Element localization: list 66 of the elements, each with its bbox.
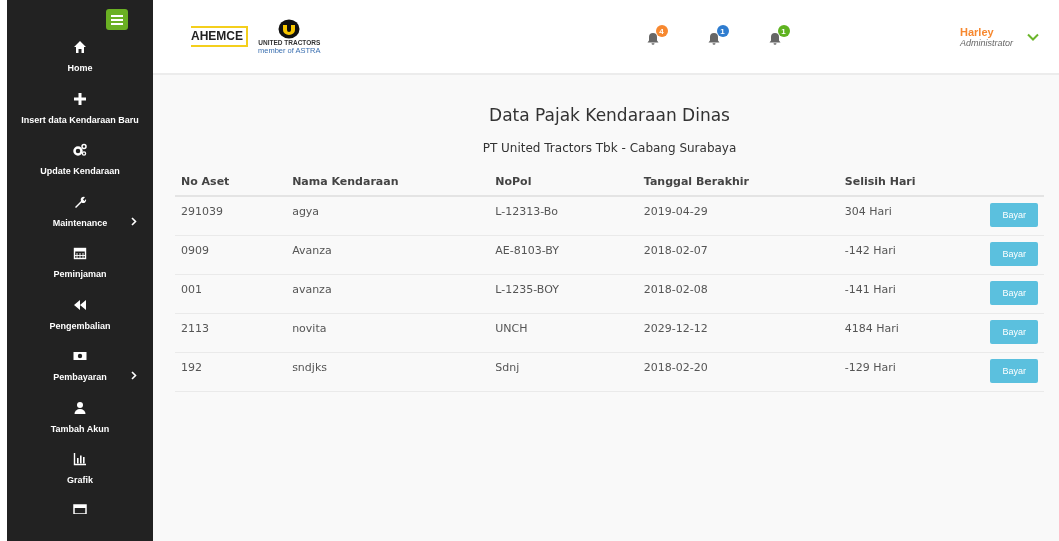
table-cell: novita — [292, 321, 327, 335]
table-cell: Avanza — [292, 243, 332, 257]
bell-icon — [646, 32, 659, 45]
notification-badge: 1 — [716, 25, 729, 37]
table-cell: 2029-12-12 — [643, 321, 708, 335]
column-header: Selisih Hari — [844, 175, 916, 188]
calendar-icon — [73, 246, 87, 260]
sidebar-item[interactable]: Maintenance — [52, 217, 108, 228]
table-cell: Sdnj — [495, 360, 520, 374]
rewind-icon — [73, 297, 87, 312]
table-cell: 2019-04-29 — [643, 205, 708, 218]
window-icon — [73, 503, 87, 514]
table-cell: 192 — [181, 360, 202, 374]
sidebar-item[interactable]: Peminjaman — [53, 269, 107, 279]
chevron-right-icon — [131, 371, 137, 380]
table-cell: -141 Hari — [844, 282, 896, 296]
page-title: Data Pajak Kendaraan Dinas — [489, 105, 730, 125]
gears-icon — [73, 143, 87, 157]
chevron-down-icon — [1027, 32, 1039, 41]
user-icon — [73, 400, 87, 415]
table-cell: 304 Hari — [844, 205, 892, 218]
wrench-icon — [73, 194, 87, 209]
emblem-icon — [278, 18, 301, 39]
table-cell: 001 — [181, 282, 202, 296]
table-cell: UNCH — [495, 321, 528, 335]
table-cell: L-1235-BOY — [495, 282, 559, 296]
sidebar-item[interactable]: Tambah Akun — [50, 423, 110, 434]
sidebar-item[interactable]: Home — [67, 63, 93, 73]
bell-icon — [707, 32, 720, 45]
table-cell: -129 Hari — [844, 360, 896, 374]
sidebar-item[interactable]: Update Kendaraan — [40, 166, 120, 176]
table-cell: 2018-02-07 — [643, 243, 708, 257]
notification-badge: 4 — [655, 25, 668, 37]
table-cell: -142 Hari — [844, 243, 896, 257]
column-header: Tanggal Berakhir — [643, 175, 749, 188]
table-cell: 2018-02-20 — [643, 360, 708, 374]
sidebar-item[interactable]: Pengembalian — [49, 320, 111, 331]
table-cell: sndjks — [292, 360, 327, 374]
ahemce-logo: AHEMCE — [191, 26, 248, 47]
table-cell: agya — [292, 205, 320, 218]
bell-icon — [768, 32, 781, 45]
table-cell: 2018-02-08 — [643, 282, 708, 296]
table-cell: 291039 — [181, 205, 223, 218]
column-header: No Aset — [181, 175, 230, 188]
sidebar-item[interactable]: Insert data Kendaraan Baru — [21, 114, 139, 125]
chevron-right-icon — [131, 216, 137, 226]
table-cell: 2113 — [181, 321, 209, 335]
menu-button[interactable] — [106, 9, 128, 30]
column-header: Nama Kendaraan — [292, 175, 399, 188]
home-icon — [73, 40, 87, 54]
plus-icon — [73, 91, 87, 106]
table-cell: AE-8103-BY — [495, 243, 559, 257]
notification-badge: 1 — [777, 25, 790, 37]
column-header: NoPol — [495, 175, 532, 188]
table-cell: 4184 Hari — [844, 321, 899, 335]
table-cell: 0909 — [181, 243, 209, 257]
user-menu[interactable]: Harley Administrator — [960, 25, 1039, 48]
table-cell: L-12313-Bo — [495, 205, 559, 218]
sidebar-item[interactable]: Pembayaran — [53, 372, 107, 382]
page-subtitle: PT United Tractors Tbk - Cabang Surabaya — [482, 141, 737, 155]
bar-chart-icon — [73, 452, 87, 466]
menu-icon — [111, 14, 123, 25]
notification-button[interactable]: 1 — [707, 25, 729, 48]
banknote-icon — [73, 349, 87, 363]
sidebar-item[interactable]: Grafik — [67, 475, 93, 485]
table-cell: avanza — [292, 282, 332, 296]
